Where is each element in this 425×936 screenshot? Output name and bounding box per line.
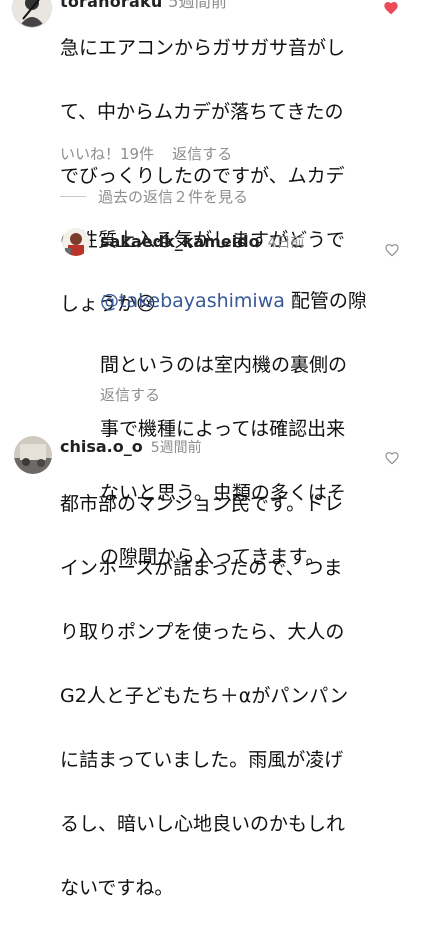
avatar-sakaedk-kameido[interactable]	[62, 228, 90, 256]
username-chisa-o-o[interactable]: chisa.o_o	[60, 437, 143, 456]
mention-link[interactable]: @takebayashimiwa	[100, 290, 285, 312]
heart-outline-icon[interactable]	[384, 242, 400, 258]
username-sakaedk-kameido[interactable]: sakaedk_kameido	[100, 232, 260, 251]
comment-line: インホースが詰まったので、つま	[60, 557, 343, 579]
avatar-chisa-o-o[interactable]	[14, 436, 52, 474]
comment-header-chisa: chisa.o_o 5週間前	[60, 437, 202, 457]
comment-text-chisa: 都市部のマンション民です。ドレ インホースが詰まったので、つま り取りポンプを使…	[60, 456, 390, 936]
avatar-toranoraku[interactable]	[12, 0, 52, 28]
reply-line: 間というのは室内機の裏側の	[100, 354, 348, 376]
reply-actions: 返信する	[100, 384, 160, 405]
comment-line: 急にエアコンからガサガサ音がし	[60, 37, 346, 59]
reply-line: @takebayashimiwa 配管の隙	[100, 285, 380, 317]
comment-line: り取りポンプを使ったら、大人の	[60, 621, 345, 643]
reply-button[interactable]: 返信する	[100, 384, 160, 405]
comment-line: に詰まっていました。雨風が凌げ	[60, 749, 344, 771]
reply-timestamp: 4日前	[267, 235, 305, 251]
comment-line: ないですね。	[60, 877, 174, 899]
comment-actions-toranoraku: いいね！19件 返信する	[60, 143, 232, 164]
view-replies-label[interactable]: 過去の返信２件を見る	[98, 186, 248, 207]
view-previous-replies[interactable]: 過去の返信２件を見る	[60, 186, 248, 207]
reply-button[interactable]: 返信する	[172, 143, 232, 164]
comment-line: るし、暗いし心地良いのかもしれ	[60, 813, 346, 835]
reply-header: sakaedk_kameido 4日前	[100, 232, 305, 252]
comment-timestamp: 5週間前	[150, 440, 202, 456]
likes-count[interactable]: いいね！19件	[60, 143, 154, 164]
divider-line	[60, 196, 86, 197]
comment-line: 都市部のマンション民です。ドレ	[60, 493, 344, 515]
reply-line-rest: 配管の隙	[284, 290, 367, 312]
comment-line: て、中からムカデが落ちてきたの	[60, 101, 344, 123]
comment-line: G2人と子どもたち＋αがパンパン	[60, 685, 349, 707]
